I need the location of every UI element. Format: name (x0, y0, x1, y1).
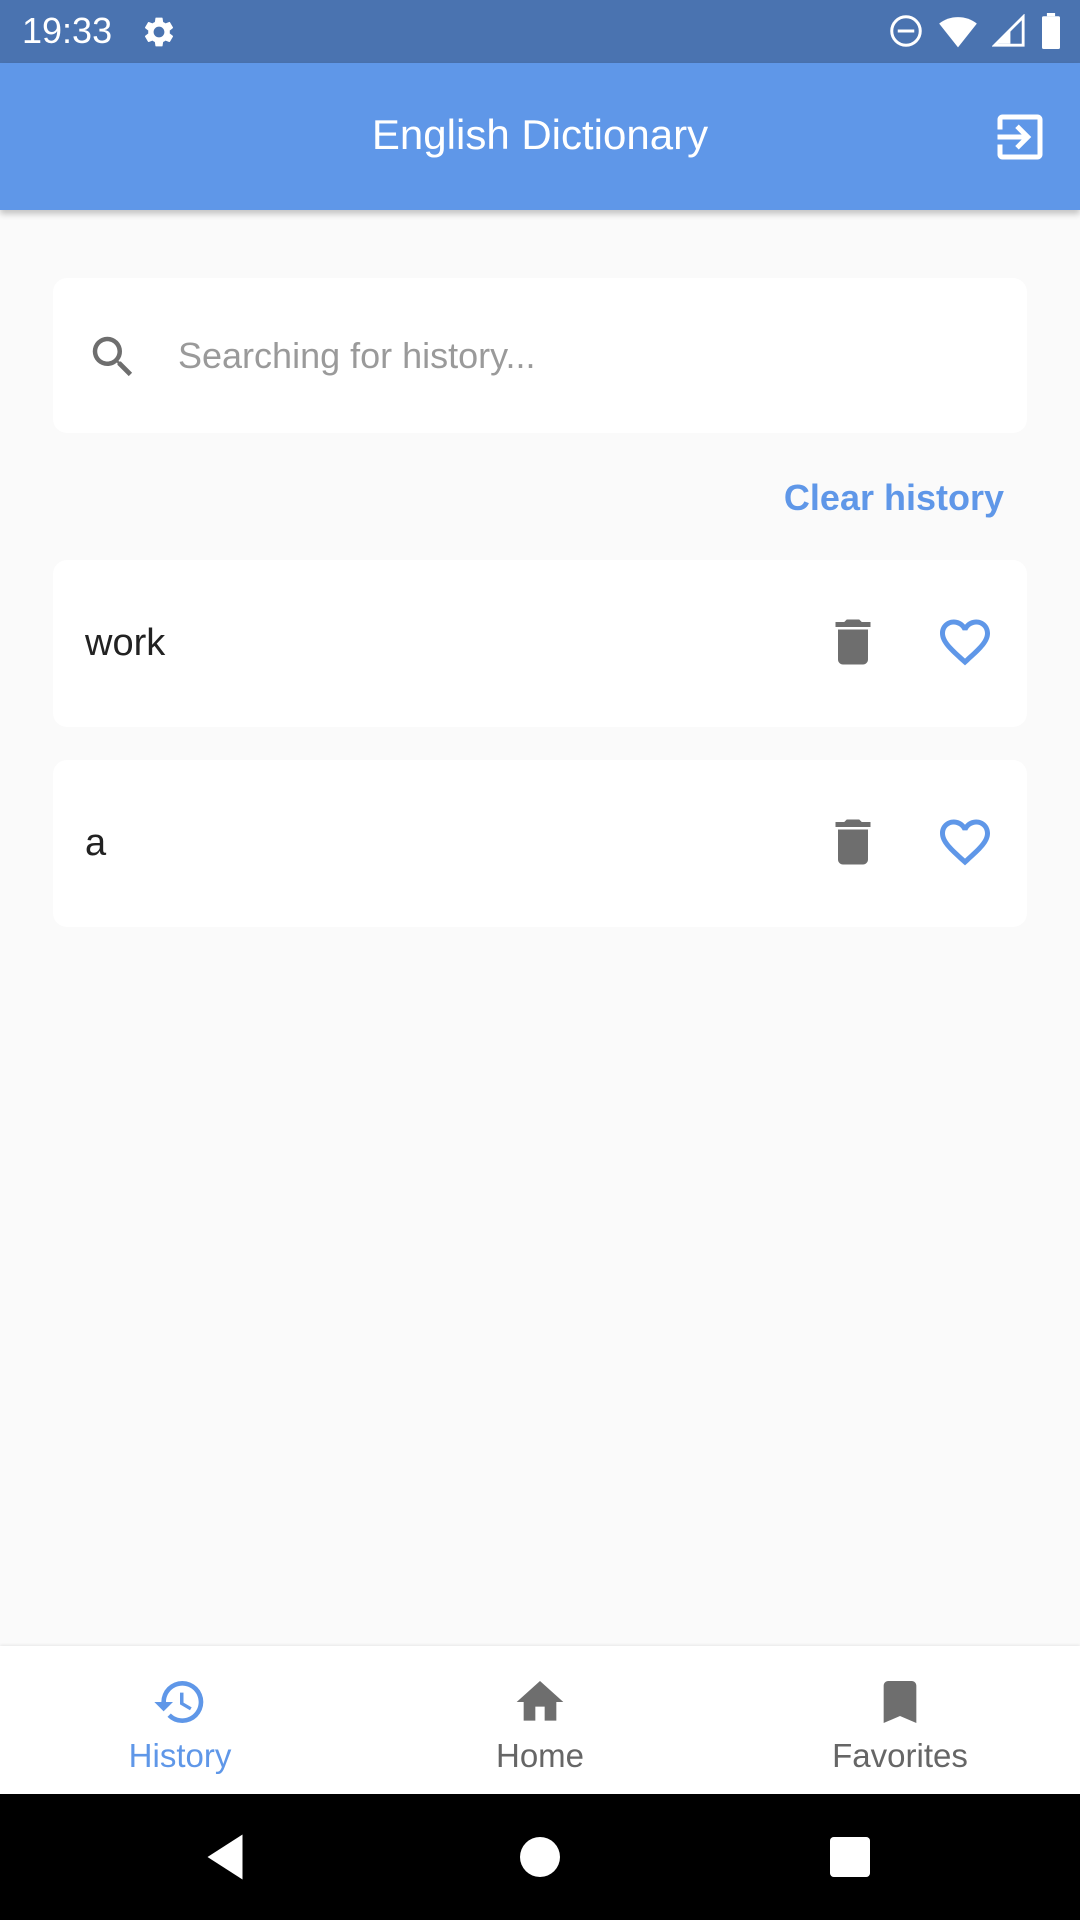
tab-home-label: Home (495, 1737, 585, 1774)
search-icon (92, 336, 133, 377)
history-list: work a (53, 560, 1027, 960)
status-bar: 19:33 (0, 0, 1080, 63)
exit-icon[interactable] (990, 107, 1050, 167)
home-icon (516, 1681, 564, 1721)
back-icon[interactable] (195, 1827, 255, 1887)
history-icon (154, 1681, 204, 1723)
favorite-icon[interactable] (933, 612, 997, 672)
tab-favorites-label: Favorites (832, 1737, 968, 1774)
status-time: 19:33 (22, 10, 113, 51)
search-input[interactable] (178, 326, 998, 386)
list-item[interactable]: work (53, 560, 1027, 727)
favorite-icon[interactable] (933, 812, 997, 872)
recents-icon[interactable] (820, 1827, 880, 1887)
delete-icon[interactable] (823, 612, 883, 672)
screen: 19:33 English Dictionary Searching for h… (0, 0, 1080, 1920)
do-not-disturb-icon (890, 15, 922, 47)
bookmark-icon (883, 1681, 917, 1723)
clear-history-button[interactable]: Clear history (784, 474, 1004, 522)
tab-history[interactable]: History (0, 1646, 360, 1794)
history-word: a (85, 822, 107, 864)
app-bar: English Dictionary (0, 63, 1080, 210)
system-navigation-bar (0, 1794, 1080, 1920)
list-item[interactable]: a (53, 760, 1027, 927)
battery-icon (1042, 13, 1060, 49)
signal-icon (992, 14, 1025, 47)
page-title: English Dictionary (371, 111, 709, 158)
delete-icon[interactable] (823, 812, 883, 872)
status-icons (888, 12, 1062, 50)
home-circle-icon[interactable] (510, 1827, 570, 1887)
wifi-icon (939, 17, 977, 48)
tab-favorites[interactable]: Favorites (720, 1646, 1080, 1794)
bottom-navigation: History Home Favorites (0, 1646, 1080, 1794)
tab-history-label: History (128, 1737, 232, 1774)
history-word: work (85, 622, 166, 664)
tab-home[interactable]: Home (360, 1646, 720, 1794)
settings-icon (144, 17, 174, 47)
